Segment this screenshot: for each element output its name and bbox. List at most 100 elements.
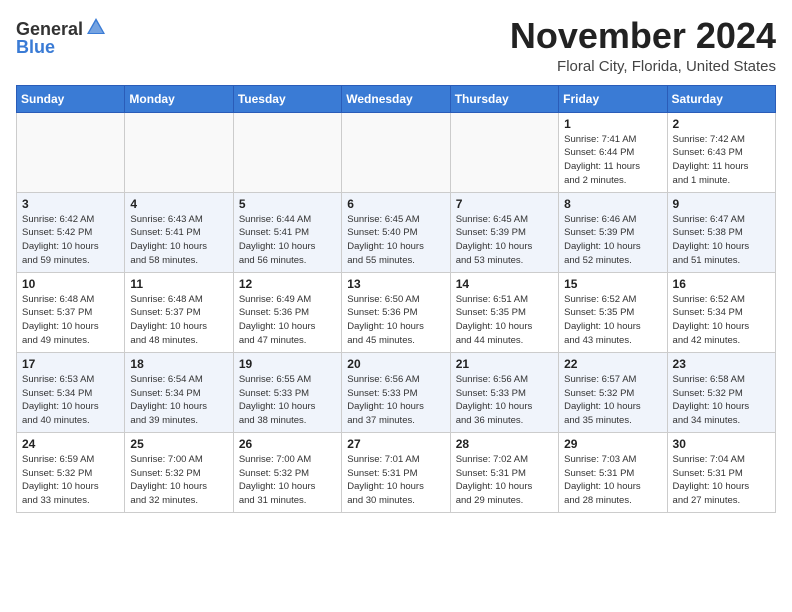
weekday-header-thursday: Thursday [450,85,558,112]
logo-text: General [16,16,107,38]
day-info: Sunrise: 7:42 AM Sunset: 6:43 PM Dayligh… [673,133,770,188]
header: General Blue November 2024 Floral City, … [16,16,776,75]
calendar-week-row-5: 24Sunrise: 6:59 AM Sunset: 5:32 PM Dayli… [17,432,776,512]
calendar-week-row-3: 10 Sunrise: 6:48 AM Sunset: 5:37 PM Dayli… [17,272,776,352]
day-info: Sunrise: 6:47 AM Sunset: 5:38 PM Dayligh… [673,213,770,268]
day-number: 9 [673,197,770,211]
day-info: Sunrise: 6:50 AM Sunset: 5:36 PM Dayligh… [347,293,444,348]
day-number: 16 [673,277,770,291]
calendar-cell: 20 Sunrise: 6:56 AM Sunset: 5:33 PM Dayli… [342,352,450,432]
logo-blue-text: Blue [16,38,55,56]
day-number: 6 [347,197,444,211]
day-info: Sunrise: 6:44 AM Sunset: 5:41 PM Dayligh… [239,213,336,268]
page: General Blue November 2024 Floral City, … [0,0,792,525]
calendar-cell: 24Sunrise: 6:59 AM Sunset: 5:32 PM Dayli… [17,432,125,512]
calendar-cell: 8Sunrise: 6:46 AM Sunset: 5:39 PM Daylig… [559,192,667,272]
weekday-header-tuesday: Tuesday [233,85,341,112]
weekday-header-saturday: Saturday [667,85,775,112]
calendar-cell: 26 Sunrise: 7:00 AM Sunset: 5:32 PM Dayli… [233,432,341,512]
day-info: Sunrise: 6:45 AM Sunset: 5:40 PM Dayligh… [347,213,444,268]
calendar-cell: 27 Sunrise: 7:01 AM Sunset: 5:31 PM Dayli… [342,432,450,512]
logo-general: General [16,20,83,38]
day-number: 20 [347,357,444,371]
weekday-header-wednesday: Wednesday [342,85,450,112]
calendar-cell: 15Sunrise: 6:52 AM Sunset: 5:35 PM Dayli… [559,272,667,352]
day-info: Sunrise: 6:42 AM Sunset: 5:42 PM Dayligh… [22,213,119,268]
day-info: Sunrise: 6:48 AM Sunset: 5:37 PM Dayligh… [130,293,227,348]
day-number: 7 [456,197,553,211]
day-info: Sunrise: 6:57 AM Sunset: 5:32 PM Dayligh… [564,373,661,428]
calendar-cell [233,112,341,192]
day-info: Sunrise: 6:43 AM Sunset: 5:41 PM Dayligh… [130,213,227,268]
day-number: 5 [239,197,336,211]
calendar-cell: 25 Sunrise: 7:00 AM Sunset: 5:32 PM Dayli… [125,432,233,512]
weekday-header-sunday: Sunday [17,85,125,112]
day-info: Sunrise: 7:00 AM Sunset: 5:32 PM Dayligh… [239,453,336,508]
calendar-week-row-1: 1 Sunrise: 7:41 AM Sunset: 6:44 PM Daylig… [17,112,776,192]
day-number: 4 [130,197,227,211]
calendar-cell: 2 Sunrise: 7:42 AM Sunset: 6:43 PM Daylig… [667,112,775,192]
day-info: Sunrise: 6:51 AM Sunset: 5:35 PM Dayligh… [456,293,553,348]
calendar-cell: 6 Sunrise: 6:45 AM Sunset: 5:40 PM Daylig… [342,192,450,272]
day-number: 26 [239,437,336,451]
day-info: Sunrise: 6:54 AM Sunset: 5:34 PM Dayligh… [130,373,227,428]
calendar-cell [450,112,558,192]
calendar-cell: 23 Sunrise: 6:58 AM Sunset: 5:32 PM Dayli… [667,352,775,432]
calendar-cell: 3 Sunrise: 6:42 AM Sunset: 5:42 PM Daylig… [17,192,125,272]
calendar-cell: 4 Sunrise: 6:43 AM Sunset: 5:41 PM Daylig… [125,192,233,272]
day-info: Sunrise: 7:00 AM Sunset: 5:32 PM Dayligh… [130,453,227,508]
day-number: 10 [22,277,119,291]
calendar-cell: 13 Sunrise: 6:50 AM Sunset: 5:36 PM Dayli… [342,272,450,352]
calendar-cell: 18 Sunrise: 6:54 AM Sunset: 5:34 PM Dayli… [125,352,233,432]
day-number: 2 [673,117,770,131]
calendar-cell: 28Sunrise: 7:02 AM Sunset: 5:31 PM Dayli… [450,432,558,512]
day-info: Sunrise: 7:03 AM Sunset: 5:31 PM Dayligh… [564,453,661,508]
day-info: Sunrise: 6:56 AM Sunset: 5:33 PM Dayligh… [347,373,444,428]
day-number: 23 [673,357,770,371]
calendar-cell: 21 Sunrise: 6:56 AM Sunset: 5:33 PM Dayli… [450,352,558,432]
logo-icon [85,16,107,38]
day-number: 11 [130,277,227,291]
day-info: Sunrise: 6:53 AM Sunset: 5:34 PM Dayligh… [22,373,119,428]
calendar-cell: 1 Sunrise: 7:41 AM Sunset: 6:44 PM Daylig… [559,112,667,192]
day-info: Sunrise: 6:56 AM Sunset: 5:33 PM Dayligh… [456,373,553,428]
day-number: 24 [22,437,119,451]
day-number: 19 [239,357,336,371]
logo-blue: Blue [16,38,55,56]
day-info: Sunrise: 7:04 AM Sunset: 5:31 PM Dayligh… [673,453,770,508]
day-number: 29 [564,437,661,451]
day-info: Sunrise: 7:02 AM Sunset: 5:31 PM Dayligh… [456,453,553,508]
day-number: 27 [347,437,444,451]
day-number: 30 [673,437,770,451]
calendar-cell [17,112,125,192]
day-info: Sunrise: 7:01 AM Sunset: 5:31 PM Dayligh… [347,453,444,508]
day-number: 25 [130,437,227,451]
title-block: November 2024 Floral City, Florida, Unit… [510,16,776,75]
calendar-cell: 30 Sunrise: 7:04 AM Sunset: 5:31 PM Dayli… [667,432,775,512]
weekday-header-row: SundayMondayTuesdayWednesdayThursdayFrid… [17,85,776,112]
day-number: 3 [22,197,119,211]
day-number: 13 [347,277,444,291]
weekday-header-friday: Friday [559,85,667,112]
calendar-cell: 10Sunrise: 6:48 AM Sunset: 5:37 PM Dayli… [17,272,125,352]
day-info: Sunrise: 6:58 AM Sunset: 5:32 PM Dayligh… [673,373,770,428]
day-number: 14 [456,277,553,291]
day-info: Sunrise: 6:46 AM Sunset: 5:39 PM Dayligh… [564,213,661,268]
day-info: Sunrise: 6:52 AM Sunset: 5:34 PM Dayligh… [673,293,770,348]
day-info: Sunrise: 6:55 AM Sunset: 5:33 PM Dayligh… [239,373,336,428]
calendar-cell [125,112,233,192]
calendar-cell: 9 Sunrise: 6:47 AM Sunset: 5:38 PM Daylig… [667,192,775,272]
day-number: 12 [239,277,336,291]
calendar-cell: 14 Sunrise: 6:51 AM Sunset: 5:35 PM Dayli… [450,272,558,352]
calendar-cell: 5 Sunrise: 6:44 AM Sunset: 5:41 PM Daylig… [233,192,341,272]
day-number: 1 [564,117,661,131]
day-number: 18 [130,357,227,371]
day-info: Sunrise: 7:41 AM Sunset: 6:44 PM Dayligh… [564,133,661,188]
location: Floral City, Florida, United States [510,58,776,75]
calendar-cell: 29 Sunrise: 7:03 AM Sunset: 5:31 PM Dayli… [559,432,667,512]
month-title: November 2024 [510,16,776,56]
calendar-table: SundayMondayTuesdayWednesdayThursdayFrid… [16,85,776,513]
day-number: 15 [564,277,661,291]
day-number: 21 [456,357,553,371]
calendar-week-row-2: 3 Sunrise: 6:42 AM Sunset: 5:42 PM Daylig… [17,192,776,272]
